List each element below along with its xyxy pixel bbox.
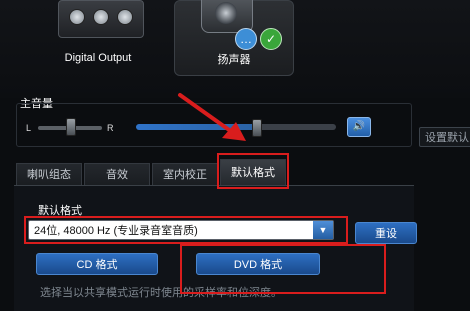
annotation-arrow <box>178 93 246 141</box>
